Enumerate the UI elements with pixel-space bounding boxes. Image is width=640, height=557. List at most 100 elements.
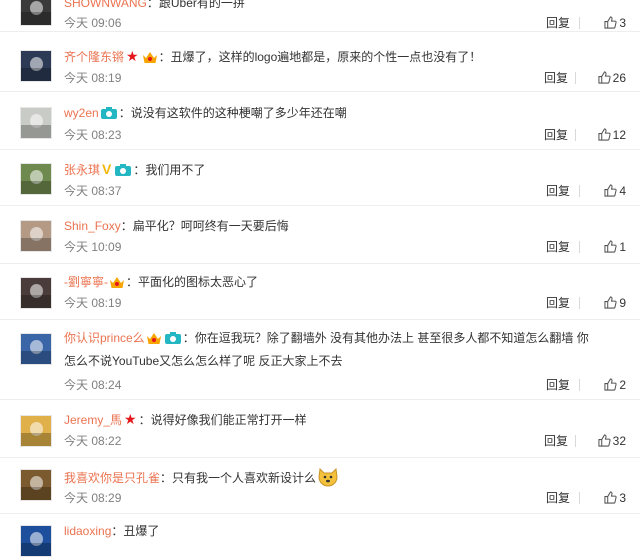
star-badge-icon: ★ — [126, 48, 139, 64]
like-count: 1 — [619, 240, 626, 254]
comment-item: 你认识prince么 ：你在逗我玩？除了翻墙外 没有其他办法上 甚至很多人都不知道… — [0, 320, 640, 400]
comment-actions: 回复 3 — [506, 490, 626, 506]
comment-username[interactable]: SHOWNWANG — [64, 0, 147, 10]
verified-v-icon: V — [102, 161, 112, 177]
comment-actions: 回复 12 — [506, 127, 626, 143]
comment-username[interactable]: -劉寧寧- — [64, 275, 108, 289]
comment-item: 张永琪 V ：我们用不了 今天 08:37 回复 4 — [0, 150, 640, 206]
comment-username[interactable]: wy2en — [64, 106, 99, 120]
comment-timestamp: 今天 08:19 — [64, 71, 122, 85]
comment-username[interactable]: 我喜欢你是只孔雀 — [64, 471, 160, 485]
comment-text: ：我们用不了 — [133, 163, 206, 177]
like-count: 12 — [612, 128, 626, 142]
comment-actions: 回复 32 — [506, 433, 626, 449]
comment-username[interactable]: lidaoxing — [64, 524, 111, 538]
thumbs-up-icon — [604, 296, 617, 309]
comment-item: SHOWNWANG：跟Uber有的一拼 今天 09:06 回复 3 — [0, 0, 640, 32]
thumbs-up-icon — [604, 378, 617, 391]
comment-timestamp: 今天 08:37 — [64, 184, 122, 198]
like-button[interactable]: 2 — [604, 377, 626, 393]
action-divider — [579, 185, 580, 197]
reply-button[interactable]: 回复 — [546, 295, 570, 311]
comment-timestamp: 今天 09:06 — [64, 16, 122, 30]
avatar[interactable] — [20, 50, 52, 82]
thumbs-up-icon — [598, 434, 611, 447]
comment-actions: 回复 4 — [506, 183, 626, 199]
comment-text: ：只有我一个人喜欢新设计么 — [160, 471, 317, 485]
comment-item: 我喜欢你是只孔雀：只有我一个人喜欢新设计么 今天 08:29 回复 3 — [0, 458, 640, 514]
comment-text: ：平面化的图标太恶心了 — [126, 275, 259, 289]
comment-timestamp: 今天 08:29 — [64, 491, 122, 505]
reply-button[interactable]: 回复 — [546, 15, 570, 31]
like-count: 3 — [619, 16, 626, 30]
comment-actions: 回复 1 — [506, 239, 626, 255]
action-divider — [579, 297, 580, 309]
avatar[interactable] — [20, 469, 52, 501]
action-divider — [579, 379, 580, 391]
like-count: 2 — [619, 378, 626, 392]
comment-actions: 回复 2 — [506, 377, 626, 393]
action-divider — [579, 241, 580, 253]
avatar[interactable] — [20, 525, 52, 557]
like-button[interactable]: 3 — [604, 15, 626, 31]
comment-text-continued: 怎么不说YouTube又怎么怎么样了呢 反正大家上不去 — [64, 354, 343, 368]
like-button[interactable]: 3 — [604, 490, 626, 506]
comment-username[interactable]: 你认识prince么 — [64, 331, 145, 345]
membership-badge-icon — [146, 333, 161, 344]
like-button[interactable]: 26 — [598, 70, 626, 86]
thumbs-up-icon — [604, 184, 617, 197]
comment-username[interactable]: 齐个隆东锵 — [64, 50, 124, 64]
comment-username[interactable]: 张永琪 — [64, 163, 100, 177]
comment-actions: 回复 3 — [506, 15, 626, 31]
like-count: 4 — [619, 184, 626, 198]
action-divider — [579, 17, 580, 29]
comment-text: ：说没有这软件的这种梗嘲了多少年还在嘲 — [118, 106, 347, 120]
like-button[interactable]: 1 — [604, 239, 626, 255]
comment-timestamp: 今天 08:19 — [64, 296, 122, 310]
avatar[interactable] — [20, 107, 52, 139]
action-divider — [575, 435, 576, 447]
like-button[interactable]: 4 — [604, 183, 626, 199]
reply-button[interactable]: 回复 — [546, 490, 570, 506]
star-badge-icon: ★ — [124, 411, 137, 427]
avatar[interactable] — [20, 220, 52, 252]
comment-text: ：丑爆了，这样的logo遍地都是，原来的个性一点也没有了！ — [158, 50, 482, 64]
comment-actions: 回复 26 — [506, 70, 626, 86]
comment-item: lidaoxing：丑爆了 — [0, 514, 640, 557]
comment-text: ：说得好像我们能正常打开一样 — [138, 413, 307, 427]
reply-button[interactable]: 回复 — [546, 239, 570, 255]
avatar[interactable] — [20, 333, 52, 365]
comment-timestamp: 今天 08:24 — [64, 378, 122, 392]
like-button[interactable]: 12 — [598, 127, 626, 143]
action-divider — [575, 72, 576, 84]
like-count: 9 — [619, 296, 626, 310]
reply-button[interactable]: 回复 — [544, 127, 568, 143]
avatar[interactable] — [20, 277, 52, 309]
reply-button[interactable]: 回复 — [544, 433, 568, 449]
comment-text: ：你在逗我玩？除了翻墙外 没有其他办法上 甚至很多人都不知道怎么翻墙 你 — [182, 331, 589, 345]
camera-badge-icon — [100, 107, 117, 119]
comment-username[interactable]: Shin_Foxy — [64, 219, 121, 233]
comment-username[interactable]: Jeremy_馬 — [64, 413, 122, 427]
membership-badge-icon — [142, 52, 157, 63]
comment-timestamp: 今天 10:09 — [64, 240, 122, 254]
reply-button[interactable]: 回复 — [546, 183, 570, 199]
comment-timestamp: 今天 08:22 — [64, 434, 122, 448]
like-count: 26 — [612, 71, 626, 85]
comment-text: ：丑爆了 — [111, 524, 160, 538]
action-divider — [575, 129, 576, 141]
like-button[interactable]: 32 — [598, 433, 626, 449]
camera-badge-icon — [164, 332, 181, 344]
reply-button[interactable]: 回复 — [544, 70, 568, 86]
comment-item: wy2en ：说没有这软件的这种梗嘲了多少年还在嘲 今天 08:23 回复 12 — [0, 92, 640, 150]
comment-actions: 回复 9 — [506, 295, 626, 311]
doge-emoji-icon — [318, 467, 338, 487]
comment-item: -劉寧寧- ：平面化的图标太恶心了 今天 08:19 回复 9 — [0, 264, 640, 320]
avatar[interactable] — [20, 163, 52, 195]
like-button[interactable]: 9 — [604, 295, 626, 311]
reply-button[interactable]: 回复 — [546, 377, 570, 393]
like-count: 3 — [619, 491, 626, 505]
camera-badge-icon — [115, 164, 132, 176]
avatar[interactable] — [20, 0, 52, 26]
avatar[interactable] — [20, 415, 52, 447]
